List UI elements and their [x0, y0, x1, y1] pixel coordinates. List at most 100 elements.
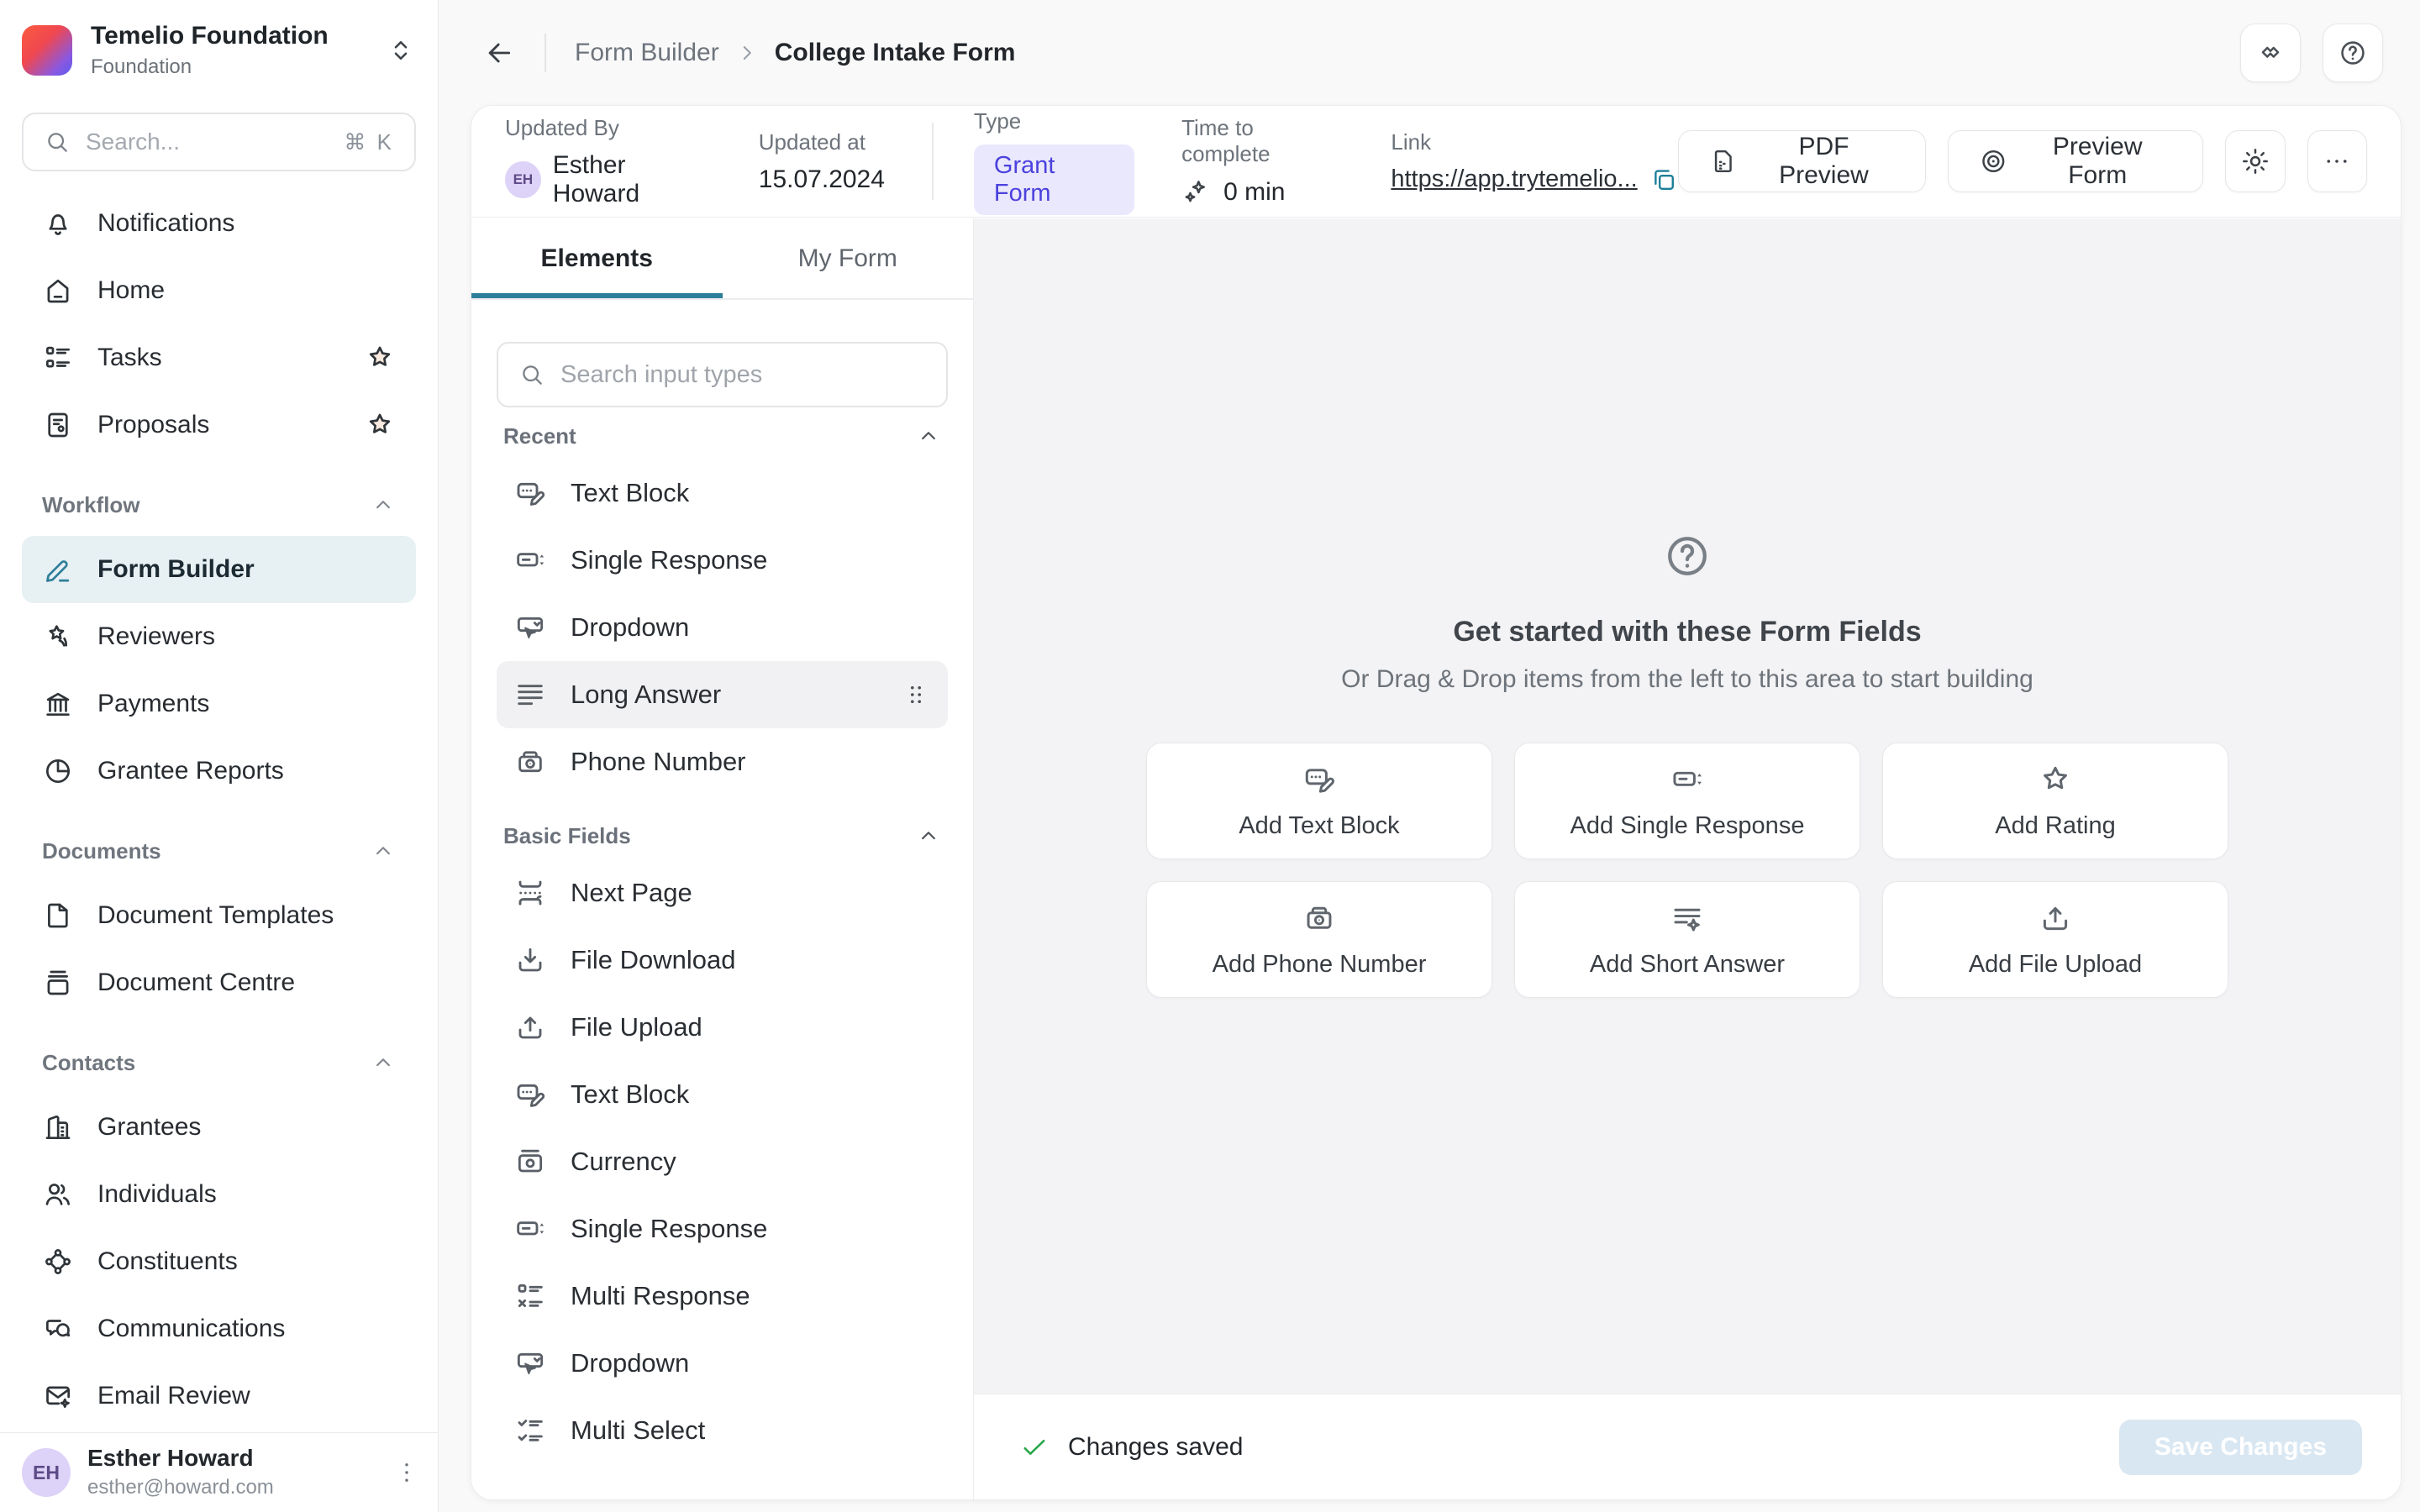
phone-icon [1302, 900, 1337, 936]
handshake-icon [2255, 38, 2286, 68]
element-item-single-response[interactable]: Single Response [497, 1195, 948, 1263]
org-name: Temelio Foundation [91, 22, 367, 50]
help-circle-icon [1662, 531, 1712, 581]
back-button[interactable] [482, 36, 516, 70]
tab-my-form[interactable]: My Form [723, 218, 974, 298]
form-canvas[interactable]: Get started with these Form Fields Or Dr… [974, 218, 2401, 1394]
breadcrumb-parent[interactable]: Form Builder [575, 39, 719, 67]
sidebar-item-document-templates[interactable]: Document Templates [22, 882, 416, 949]
element-item-dropdown[interactable]: Dropdown [497, 594, 948, 661]
sidebar-item-grantees[interactable]: Grantees [22, 1094, 416, 1161]
preview-form-label: Preview Form [2023, 133, 2172, 190]
element-item-single-response[interactable]: Single Response [497, 527, 948, 594]
drag-handle-icon[interactable] [901, 680, 931, 710]
sidebar-item-proposals[interactable]: Proposals [22, 391, 416, 459]
sidebar-item-form-builder[interactable]: Form Builder [22, 536, 416, 603]
text-block-icon [1302, 762, 1337, 797]
empty-state: Get started with these Form Fields Or Dr… [974, 218, 2401, 998]
sidebar-item-label: Home [97, 276, 396, 305]
element-section-basic-fields[interactable]: Basic Fields [497, 812, 948, 859]
single-response-icon [1670, 762, 1705, 797]
element-item-next-page[interactable]: Next Page [497, 859, 948, 927]
user-menu[interactable]: EH Esther Howard esther@howard.com [0, 1432, 438, 1512]
element-item-label: Text Block [571, 1079, 689, 1110]
sidebar-item-reviewers[interactable]: Reviewers [22, 603, 416, 670]
sidebar-search-input[interactable]: Search... ⌘ K [22, 113, 416, 171]
save-changes-button[interactable]: Save Changes [2119, 1420, 2362, 1475]
element-list: Recent Text Block Single Response Dropdo… [471, 407, 973, 1499]
element-item-multi-select[interactable]: Multi Select [497, 1397, 948, 1464]
sidebar-nav: Notifications Home Tasks Proposals Workf… [0, 190, 438, 1431]
add-short-answer-card[interactable]: Add Short Answer [1514, 881, 1860, 998]
sidebar-item-document-centre[interactable]: Document Centre [22, 949, 416, 1016]
sidebar-item-notifications[interactable]: Notifications [22, 190, 416, 257]
support-button[interactable] [2240, 24, 2301, 82]
more-options-button[interactable] [2307, 130, 2367, 192]
element-item-phone-number[interactable]: Phone Number [497, 728, 948, 795]
network-icon [42, 1246, 74, 1278]
chat-icon [42, 1313, 74, 1345]
sidebar-item-communications[interactable]: Communications [22, 1295, 416, 1362]
form-link: Link https://app.trytemelio... [1391, 129, 1677, 194]
empty-state-title: Get started with these Form Fields [974, 616, 2401, 648]
builder-body: Elements My Form Search input types Rece… [471, 218, 2401, 1499]
search-shortcut: ⌘ K [344, 129, 394, 155]
topbar-actions [2240, 24, 2383, 82]
element-item-text-block[interactable]: Text Block [497, 1061, 948, 1128]
form-type: Type Grant Form [974, 108, 1134, 215]
form-link-url[interactable]: https://app.trytemelio... [1391, 165, 1637, 193]
element-item-file-download[interactable]: File Download [497, 927, 948, 994]
sidebar-item-home[interactable]: Home [22, 257, 416, 324]
tab-elements[interactable]: Elements [471, 218, 723, 298]
input-types-search[interactable]: Search input types [497, 342, 948, 407]
add-phone-number-card[interactable]: Add Phone Number [1146, 881, 1492, 998]
add-file-upload-card[interactable]: Add File Upload [1882, 881, 2228, 998]
panel-tabs: Elements My Form [471, 218, 973, 300]
avatar: EH [22, 1448, 71, 1497]
org-switcher[interactable]: Temelio Foundation Foundation [0, 0, 438, 79]
chevrons-updown-icon[interactable] [386, 33, 416, 68]
settings-button[interactable] [2225, 130, 2285, 192]
type-label: Type [974, 108, 1134, 134]
element-section-title: Basic Fields [503, 823, 631, 849]
preview-form-button[interactable]: Preview Form [1948, 130, 2204, 192]
section-header-workflow[interactable]: Workflow [22, 474, 416, 536]
pdf-preview-button[interactable]: PDF Preview [1678, 130, 1926, 192]
element-item-multi-response[interactable]: Multi Response [497, 1263, 948, 1330]
element-section-recent[interactable]: Recent [497, 412, 948, 459]
section-header-documents[interactable]: Documents [22, 820, 416, 882]
element-item-label: Long Answer [571, 680, 721, 710]
updated-at-label: Updated at [759, 129, 885, 155]
section-header-contacts[interactable]: Contacts [22, 1032, 416, 1094]
section-title: Documents [42, 838, 161, 864]
add-rating-card[interactable]: Add Rating [1882, 743, 2228, 859]
element-item-file-upload[interactable]: File Upload [497, 994, 948, 1061]
sidebar-item-grantee-reports[interactable]: Grantee Reports [22, 738, 416, 805]
add-text-block-card[interactable]: Add Text Block [1146, 743, 1492, 859]
bank-icon [42, 688, 74, 720]
sidebar-item-tasks[interactable]: Tasks [22, 324, 416, 391]
sidebar-item-individuals[interactable]: Individuals [22, 1161, 416, 1228]
element-item-dropdown[interactable]: Dropdown [497, 1330, 948, 1397]
element-section-title: Recent [503, 423, 576, 449]
sidebar-item-label: Proposals [97, 411, 340, 439]
sidebar-item-email-review[interactable]: Email Review [22, 1362, 416, 1430]
element-item-text-block[interactable]: Text Block [497, 459, 948, 527]
element-item-long-answer[interactable]: Long Answer [497, 661, 948, 728]
sidebar-item-constituents[interactable]: Constituents [22, 1228, 416, 1295]
element-item-currency[interactable]: Currency [497, 1128, 948, 1195]
help-button[interactable] [2323, 24, 2383, 82]
bell-icon [42, 207, 74, 239]
element-item-label: Text Block [571, 478, 689, 508]
copy-icon[interactable] [1649, 165, 1678, 194]
canvas-column: Get started with these Form Fields Or Dr… [974, 218, 2401, 1499]
sidebar-item-payments[interactable]: Payments [22, 670, 416, 738]
add-single-response-card[interactable]: Add Single Response [1514, 743, 1860, 859]
kebab-menu-icon[interactable] [392, 1458, 421, 1487]
home-icon [42, 275, 74, 307]
favorite-star-icon[interactable] [364, 409, 396, 441]
element-item-label: Phone Number [571, 747, 746, 777]
topbar-divider [544, 34, 546, 72]
time-value: 0 min [1223, 178, 1285, 207]
favorite-star-icon[interactable] [364, 342, 396, 374]
